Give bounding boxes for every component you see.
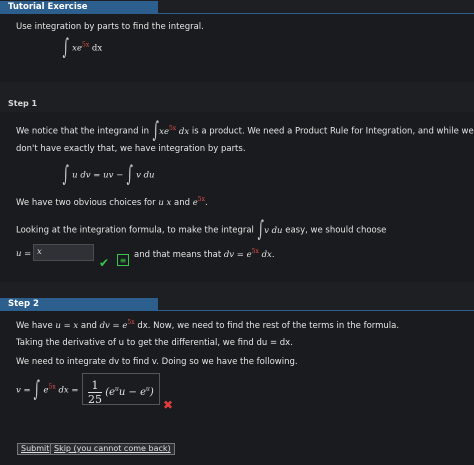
integral-sign-icon: ∫ — [152, 118, 159, 143]
dx: dx = — [58, 385, 79, 396]
inline-integral: ∫xe5x dx — [152, 120, 190, 142]
differential: dx — [178, 126, 190, 137]
text: is a product. We need a Product Rule for… — [191, 126, 474, 137]
integrand: xe — [159, 126, 169, 137]
text: We have — [16, 320, 53, 331]
integral-sign-icon: ∫ — [62, 162, 69, 187]
var-x: x — [166, 197, 172, 208]
u-label: u = — [16, 249, 32, 259]
v-label: v = — [16, 385, 31, 396]
exponent: 5x — [127, 319, 135, 326]
denominator: 25 — [88, 393, 102, 406]
v-incorrect-x-icon: ✖ — [163, 398, 174, 412]
dv: dv = e — [99, 320, 128, 331]
exponent: 5x — [197, 196, 205, 203]
submit-button[interactable]: Submit — [17, 443, 54, 455]
dv: dv = e — [223, 249, 252, 260]
text: dx. Now, we need to find the rest of the… — [137, 320, 400, 331]
u-correct-check-icon: ✔ — [99, 256, 110, 270]
tutorial-exercise-tab: Tutorial Exercise — [0, 1, 158, 13]
looking-line: Looking at the integration formula, to m… — [16, 219, 387, 241]
u-input[interactable]: x — [33, 244, 94, 261]
means-line: and that means that dv = e5x dx. — [134, 248, 275, 260]
exponent: 5x — [251, 248, 259, 255]
text: Looking at the integration formula, to m… — [16, 225, 254, 236]
differential: dx — [91, 43, 103, 54]
term: u − e — [118, 387, 146, 398]
step2-line2: Taking the derivative of u to get the di… — [16, 338, 293, 348]
text: and — [174, 197, 191, 208]
text: easy, we should choose — [285, 225, 387, 236]
var-u: u — [158, 197, 164, 208]
exp-term: e5x — [193, 196, 205, 208]
formula-left: u dv = uv − — [72, 170, 124, 181]
v-answer-box[interactable]: 1 25 (euu − eu) — [82, 373, 160, 406]
tutorial-title: Tutorial Exercise — [8, 2, 88, 12]
text: We notice that the integrand in — [16, 126, 149, 137]
step2-label: Step 2 — [8, 299, 39, 309]
dv-expr: dv = e5x — [99, 319, 135, 331]
integral-sign-icon: ∫ — [62, 35, 69, 60]
text: We have two obvious choices for — [16, 197, 156, 208]
choices-line: We have two obvious choices for u x and … — [16, 196, 208, 208]
dv-expr: dv = e5x dx. — [223, 248, 275, 260]
v-equation: v = ∫ e5x dx = — [16, 377, 79, 402]
exponent: 5x — [168, 124, 177, 132]
instruction-text: Use integration by parts to find the int… — [16, 22, 204, 32]
inline-integral: ∫v du — [257, 219, 283, 241]
numerator: 1 — [88, 379, 102, 393]
step1-line1: We notice that the integrand in ∫xe5x dx… — [16, 120, 474, 142]
dx: dx. — [261, 249, 275, 260]
parts-formula: ∫ u dv = uv − ∫ v du — [62, 162, 155, 187]
integral-sign-icon: ∫ — [126, 162, 133, 187]
integral-sign-icon: ∫ — [257, 217, 264, 242]
step1-line2: don't have exactly that, we have integra… — [16, 144, 246, 154]
exponent: 5x — [48, 383, 56, 391]
formula-right: v du — [136, 170, 155, 181]
step2-line1: We have u = x and dv = e5x dx. Now, we n… — [16, 319, 399, 331]
v-answer-expression: 1 25 (euu − eu) — [88, 379, 154, 406]
integral-sign-icon: ∫ — [33, 377, 41, 402]
step2-line3: We need to integrate dv to find v. Doing… — [16, 357, 298, 367]
integrand: xe — [72, 43, 82, 54]
term: (e — [105, 387, 116, 398]
exponent: 5x — [82, 41, 90, 49]
text: and that means that — [134, 249, 222, 260]
problem-integral: ∫ xe5x dx — [62, 35, 103, 60]
skip-button[interactable]: Skip (you cannot come back) — [50, 443, 175, 455]
integrand: v du — [264, 225, 283, 236]
step2-tab: Step 2 — [0, 298, 158, 310]
step1-label: Step 1 — [8, 99, 38, 108]
u-expr: u = x — [55, 320, 79, 331]
fraction: 1 25 — [88, 379, 102, 406]
text: and — [80, 320, 97, 331]
text: . — [204, 197, 208, 208]
term: ) — [149, 387, 154, 398]
equation-editor-button[interactable]: ≡ — [117, 254, 129, 266]
